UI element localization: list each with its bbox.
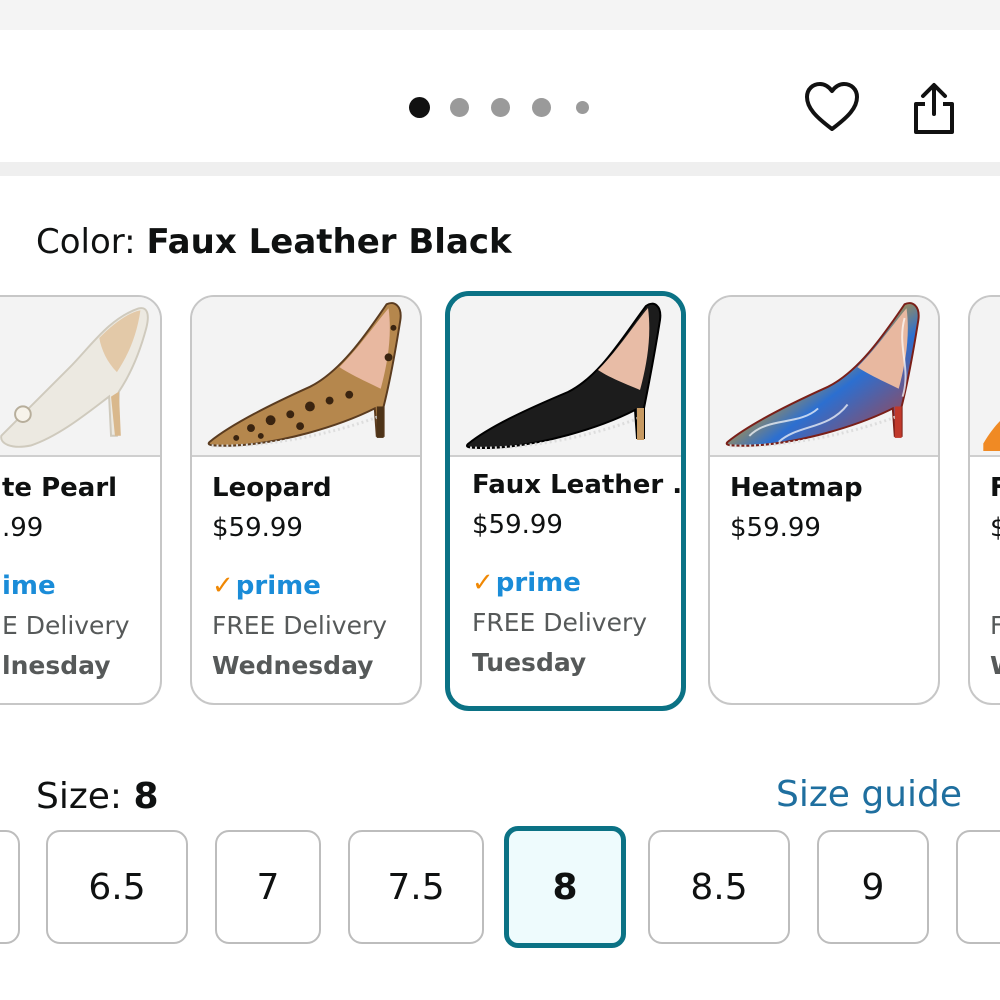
size-option-6-5[interactable]: 6.5 bbox=[46, 830, 188, 944]
color-option-price: $ bbox=[990, 513, 1000, 561]
color-option-name: Faux Leather ... bbox=[472, 470, 686, 500]
product-thumbnail bbox=[970, 297, 1000, 457]
size-option-7-5[interactable]: 7.5 bbox=[348, 830, 484, 944]
selected-color-name: Faux Leather Black bbox=[146, 222, 512, 262]
size-option-8[interactable]: 8 bbox=[504, 826, 626, 948]
size-guide-link[interactable]: Size guide bbox=[776, 774, 962, 815]
size-option-9[interactable]: 9 bbox=[817, 830, 929, 944]
color-heading: Color: Faux Leather Black bbox=[36, 222, 512, 262]
heatmap-shoe-image bbox=[725, 302, 920, 448]
size-label: Size: bbox=[36, 776, 123, 817]
top-background-strip bbox=[0, 0, 1000, 30]
heart-outline-icon bbox=[805, 82, 859, 131]
section-divider bbox=[0, 162, 1000, 176]
partial-shoe-image bbox=[983, 421, 1000, 452]
delivery-day: Wednesday bbox=[212, 651, 374, 680]
size-option-partial-left[interactable] bbox=[0, 830, 20, 944]
size-option-partial-right[interactable] bbox=[956, 830, 1000, 944]
color-label: Color: bbox=[36, 222, 136, 262]
carousel-dot-3[interactable] bbox=[491, 98, 510, 117]
carousel-dot-4[interactable] bbox=[532, 98, 551, 117]
color-option-price: $59.99 bbox=[212, 513, 303, 543]
color-option-name: F bbox=[990, 473, 1000, 513]
prime-badge: ✓ prime bbox=[212, 571, 321, 601]
delivery-text: F bbox=[990, 611, 1000, 651]
delivery-text: FREE Delivery bbox=[472, 608, 648, 637]
color-option-price: $59.99 bbox=[472, 510, 563, 540]
delivery-day: Tuesday bbox=[472, 648, 587, 677]
color-option-price: $59.99 bbox=[730, 513, 821, 543]
size-heading: Size: 8 bbox=[36, 776, 159, 817]
selected-size: 8 bbox=[133, 776, 159, 817]
delivery-day: W bbox=[990, 651, 1000, 680]
prime-badge: ime bbox=[2, 571, 56, 601]
prime-check-icon: ✓ bbox=[472, 568, 494, 598]
black-shoe-image bbox=[466, 302, 662, 450]
color-option-name: Heatmap bbox=[730, 473, 863, 503]
carousel-dot-1[interactable] bbox=[409, 97, 430, 118]
color-option-name: te Pearl bbox=[2, 473, 118, 503]
product-thumbnail bbox=[710, 297, 938, 457]
product-thumbnail bbox=[0, 297, 160, 457]
product-thumbnail bbox=[450, 296, 681, 457]
delivery-text: FREE Delivery bbox=[212, 611, 388, 640]
product-thumbnail bbox=[192, 297, 420, 457]
color-option-heatmap[interactable]: Heatmap $59.99 bbox=[708, 295, 940, 705]
carousel-dot-2[interactable] bbox=[450, 98, 469, 117]
color-option-white-pearl[interactable]: te Pearl .99 ime E Delivery lnesday bbox=[0, 295, 162, 705]
delivery-text: E Delivery bbox=[2, 611, 130, 640]
share-icon bbox=[914, 83, 954, 134]
white-pearl-shoe-image bbox=[0, 307, 149, 448]
prime-badge bbox=[990, 561, 1000, 611]
size-option-7[interactable]: 7 bbox=[215, 830, 321, 944]
share-button[interactable] bbox=[906, 78, 962, 138]
color-option-partial[interactable]: F $ F W bbox=[968, 295, 1000, 705]
favorite-button[interactable] bbox=[800, 76, 864, 138]
color-option-leopard[interactable]: Leopard $59.99 ✓ prime FREE Delivery Wedn… bbox=[190, 295, 422, 705]
color-option-faux-leather-black[interactable]: Faux Leather ... $59.99 ✓ prime FREE Deli… bbox=[445, 291, 686, 711]
size-option-8-5[interactable]: 8.5 bbox=[648, 830, 790, 944]
delivery-day: lnesday bbox=[2, 651, 111, 680]
prime-badge: ✓ prime bbox=[472, 568, 581, 598]
color-option-price: .99 bbox=[2, 513, 44, 543]
color-option-name: Leopard bbox=[212, 473, 332, 503]
carousel-dot-5[interactable] bbox=[576, 101, 589, 114]
prime-check-icon: ✓ bbox=[212, 571, 234, 601]
leopard-shoe-image bbox=[207, 302, 402, 448]
